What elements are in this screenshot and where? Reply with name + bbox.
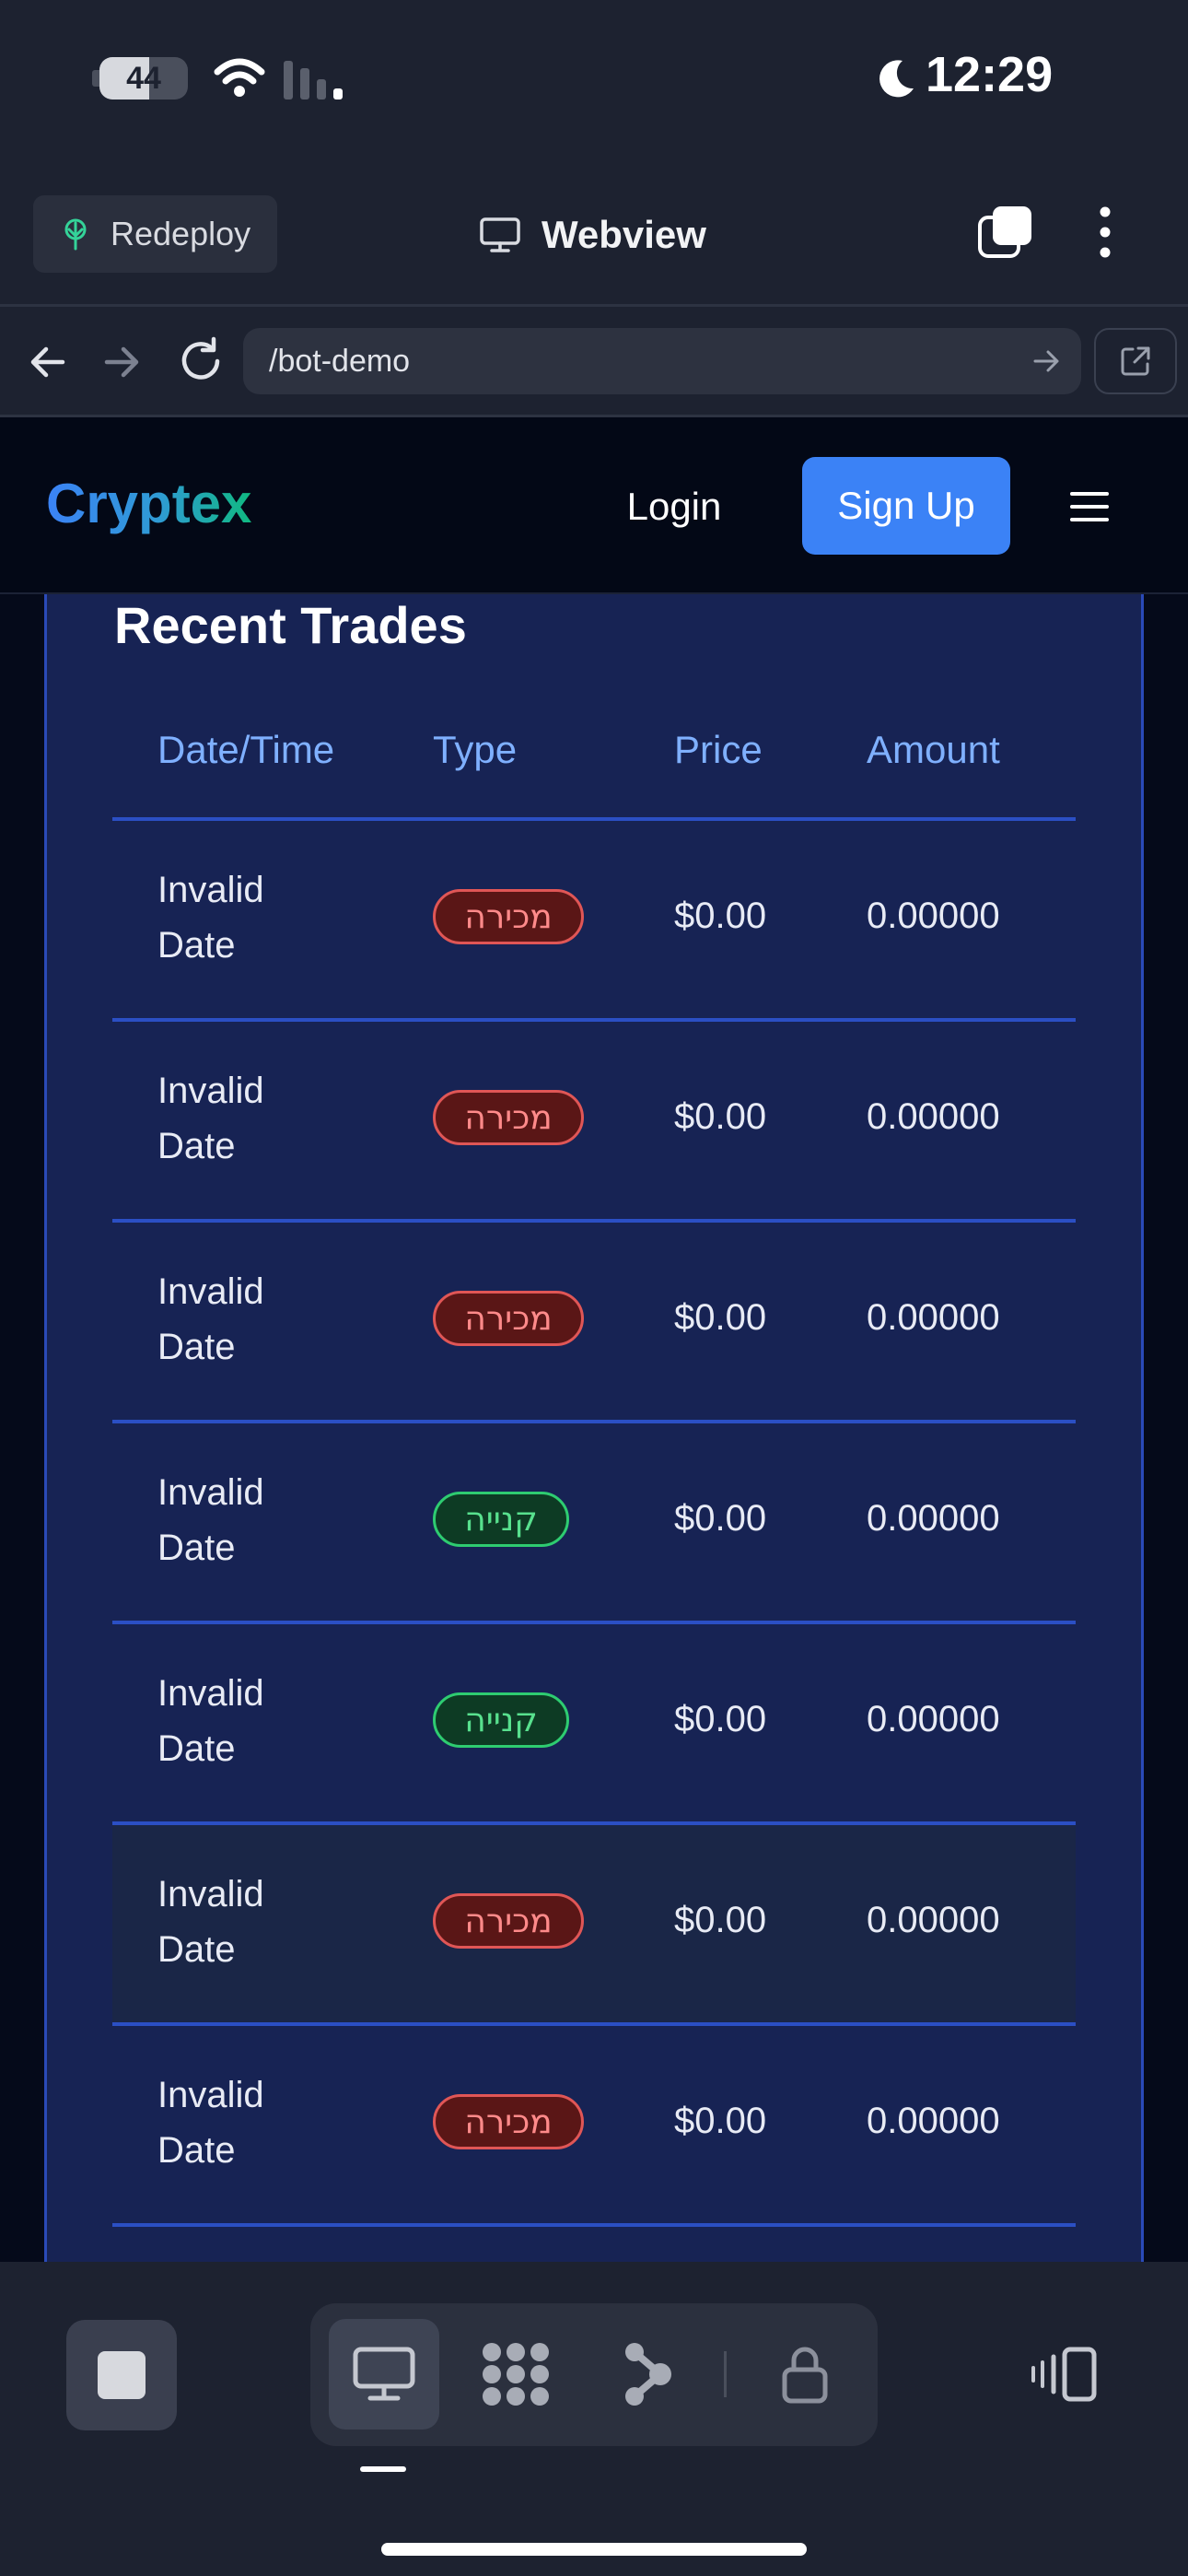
- moon-icon: [879, 60, 914, 98]
- trade-date-line1: Invalid: [157, 1874, 264, 1914]
- desktop-view-button[interactable]: [329, 2319, 439, 2430]
- hamburger-menu-icon[interactable]: [1066, 486, 1112, 527]
- trade-date-line2: Date: [157, 1728, 236, 1769]
- table-row-divider: [112, 1821, 1076, 1825]
- buy-badge: קנייה: [433, 1492, 569, 1547]
- battery-nub: [92, 70, 99, 87]
- trade-amount-cell: 0.00000: [867, 1297, 1000, 1338]
- trade-date-cell: Invalid Date: [157, 862, 264, 973]
- battery-level: 44: [126, 60, 161, 96]
- trade-price-cell: $0.00: [674, 1900, 767, 1940]
- trade-date-cell: Invalid Date: [157, 1666, 264, 1776]
- lock-button[interactable]: [750, 2319, 860, 2430]
- trade-amount-cell: 0.00000: [867, 1498, 1000, 1539]
- trade-price-cell: $0.00: [674, 1297, 767, 1338]
- more-vertical-icon[interactable]: [1087, 205, 1124, 260]
- trade-price-cell: $0.00: [674, 896, 767, 936]
- flow-icon: [625, 2343, 671, 2406]
- lock-icon: [782, 2347, 828, 2404]
- sell-badge: מכירה: [433, 2094, 584, 2149]
- trade-date-line2: Date: [157, 2130, 236, 2171]
- webview-title: Webview: [479, 203, 706, 267]
- trade-price-cell: $0.00: [674, 1498, 767, 1539]
- trade-amount-cell: 0.00000: [867, 1096, 1000, 1137]
- trade-date-line1: Invalid: [157, 2075, 264, 2115]
- trade-amount-cell: 0.00000: [867, 896, 1000, 936]
- apps-icon: [483, 2343, 549, 2406]
- sell-badge: מכירה: [433, 1893, 584, 1949]
- trade-date-line1: Invalid: [157, 1271, 264, 1312]
- monitor-icon: [480, 217, 520, 252]
- stop-button[interactable]: [66, 2320, 177, 2430]
- trade-price-cell: $0.00: [674, 1699, 767, 1739]
- site-logo[interactable]: Cryptex: [46, 472, 251, 535]
- trade-date-cell: Invalid Date: [157, 1867, 264, 1977]
- home-indicator: [381, 2543, 807, 2556]
- trade-date-line2: Date: [157, 1126, 236, 1166]
- back-arrow-icon[interactable]: [24, 339, 70, 385]
- redeploy-label: Redeploy: [111, 215, 251, 252]
- wifi-icon: [214, 58, 265, 97]
- cellular-signal-icon: [284, 61, 343, 100]
- desktop-icon: [353, 2347, 415, 2401]
- forward-arrow-icon[interactable]: [99, 339, 146, 385]
- flow-button[interactable]: [592, 2319, 703, 2430]
- redeploy-icon: [64, 218, 87, 251]
- sell-badge: מכירה: [433, 1090, 584, 1145]
- table-row-divider: [112, 1018, 1076, 1022]
- card-title: Recent Trades: [114, 596, 467, 654]
- table-row-divider: [112, 2223, 1076, 2227]
- trade-amount-cell: 0.00000: [867, 1900, 1000, 1940]
- trade-amount-cell: 0.00000: [867, 1699, 1000, 1739]
- tabs-icon[interactable]: [978, 205, 1033, 260]
- rotate-device-icon: [1031, 2347, 1097, 2402]
- trade-date-line2: Date: [157, 1929, 236, 1970]
- table-row-divider: [112, 1219, 1076, 1223]
- url-input[interactable]: /bot-demo: [243, 328, 1081, 394]
- external-link-icon: [1121, 346, 1150, 376]
- column-header-amount[interactable]: Amount: [867, 728, 1000, 772]
- redeploy-button[interactable]: Redeploy: [33, 195, 277, 273]
- trade-date-cell: Invalid Date: [157, 1063, 264, 1174]
- clock: 12:29: [926, 47, 1054, 102]
- apps-button[interactable]: [460, 2319, 571, 2430]
- trade-date-line2: Date: [157, 1327, 236, 1367]
- trade-amount-cell: 0.00000: [867, 2101, 1000, 2141]
- trade-date-cell: Invalid Date: [157, 1264, 264, 1375]
- url-go-arrow-icon[interactable]: [1030, 345, 1063, 378]
- trade-date-cell: Invalid Date: [157, 1465, 264, 1575]
- trade-price-cell: $0.00: [674, 1096, 767, 1137]
- signup-button[interactable]: Sign Up: [802, 457, 1010, 555]
- battery-icon: 44: [99, 57, 188, 100]
- table-row-divider: [112, 2022, 1076, 2026]
- table-row-divider: [112, 817, 1076, 821]
- column-header-type[interactable]: Type: [433, 728, 517, 772]
- table-row-divider: [112, 1621, 1076, 1624]
- rotate-device-button[interactable]: [1020, 2326, 1109, 2422]
- trade-price-cell: $0.00: [674, 2101, 767, 2141]
- trade-date-line1: Invalid: [157, 1472, 264, 1513]
- trade-date-cell: Invalid Date: [157, 2067, 264, 2178]
- active-tab-indicator: [360, 2466, 406, 2472]
- trade-date-line1: Invalid: [157, 1673, 264, 1714]
- url-text: /bot-demo: [269, 343, 411, 379]
- sell-badge: מכירה: [433, 1291, 584, 1346]
- trade-date-line2: Date: [157, 1528, 236, 1568]
- reload-icon[interactable]: [175, 335, 227, 387]
- stop-icon: [98, 2351, 146, 2399]
- trade-date-line2: Date: [157, 925, 236, 966]
- column-header-datetime[interactable]: Date/Time: [157, 728, 334, 772]
- webview-title-text: Webview: [542, 213, 706, 256]
- buy-badge: קנייה: [433, 1692, 569, 1748]
- table-row-divider: [112, 1420, 1076, 1423]
- sell-badge: מכירה: [433, 889, 584, 944]
- trade-date-line1: Invalid: [157, 870, 264, 910]
- column-header-price[interactable]: Price: [674, 728, 763, 772]
- open-external-button[interactable]: [1094, 328, 1177, 394]
- toolbar-separator: [724, 2351, 727, 2397]
- trade-date-line1: Invalid: [157, 1071, 264, 1111]
- login-button[interactable]: Login: [599, 459, 750, 555]
